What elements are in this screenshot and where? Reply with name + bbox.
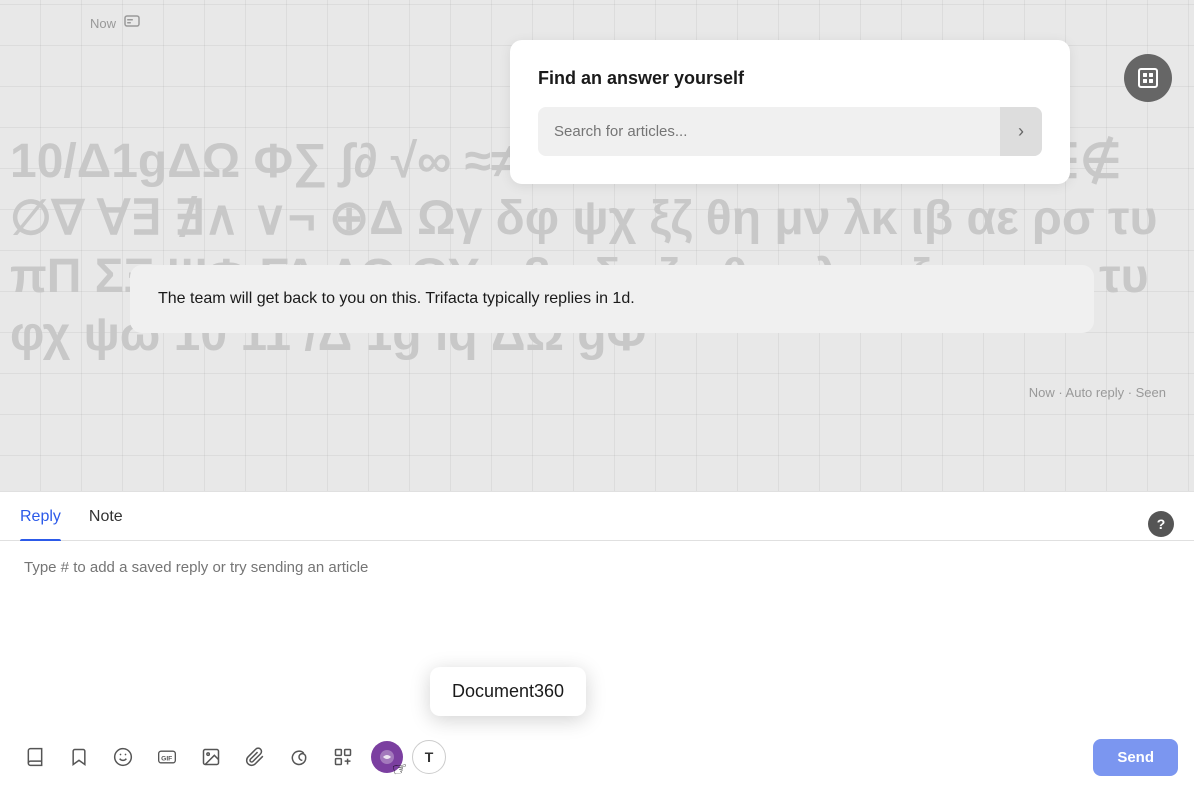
timestamp-label: Now [90,16,116,31]
auto-reply-bubble: The team will get back to you on this. T… [130,265,1094,333]
bookmark-icon-button[interactable] [60,738,98,776]
find-answer-title: Find an answer yourself [538,68,1042,89]
svg-text:GIF: GIF [161,755,172,762]
gif-icon-button[interactable]: GIF [148,738,186,776]
reply-panel: Reply Note ? Document360 [0,491,1194,786]
find-answer-card: Find an answer yourself › [510,40,1070,184]
apps-icon-button[interactable] [324,738,362,776]
t-button[interactable]: T [412,740,446,774]
top-right-icon[interactable] [1124,54,1172,102]
toolbar: GIF [0,728,1194,786]
tooltip-label: Document360 [452,681,564,701]
search-button[interactable]: › [1000,107,1042,156]
reply-textarea[interactable] [0,541,1194,728]
tab-note[interactable]: Note [89,508,123,540]
search-bar[interactable]: › [538,107,1042,156]
message-icon [124,14,140,33]
image-icon-button[interactable] [192,738,230,776]
mention-icon-button[interactable] [280,738,318,776]
document360-tooltip: Document360 [430,667,586,716]
search-input[interactable] [538,109,1000,154]
emoji-icon-button[interactable] [104,738,142,776]
plugin-icon-button[interactable]: ☞ [368,738,406,776]
auto-reply-meta: Now · Auto reply · Seen [1029,385,1166,400]
top-timestamp: Now [90,14,140,33]
tab-reply[interactable]: Reply [20,508,61,540]
attach-icon-button[interactable] [236,738,274,776]
book-icon-button[interactable] [16,738,54,776]
help-icon[interactable]: ? [1148,511,1174,537]
t-label: T [425,749,434,765]
tabs-row: Reply Note ? [0,492,1194,541]
auto-reply-text: The team will get back to you on this. T… [158,290,635,307]
send-button[interactable]: Send [1093,739,1178,776]
cursor-hand-icon: ☞ [390,758,410,781]
